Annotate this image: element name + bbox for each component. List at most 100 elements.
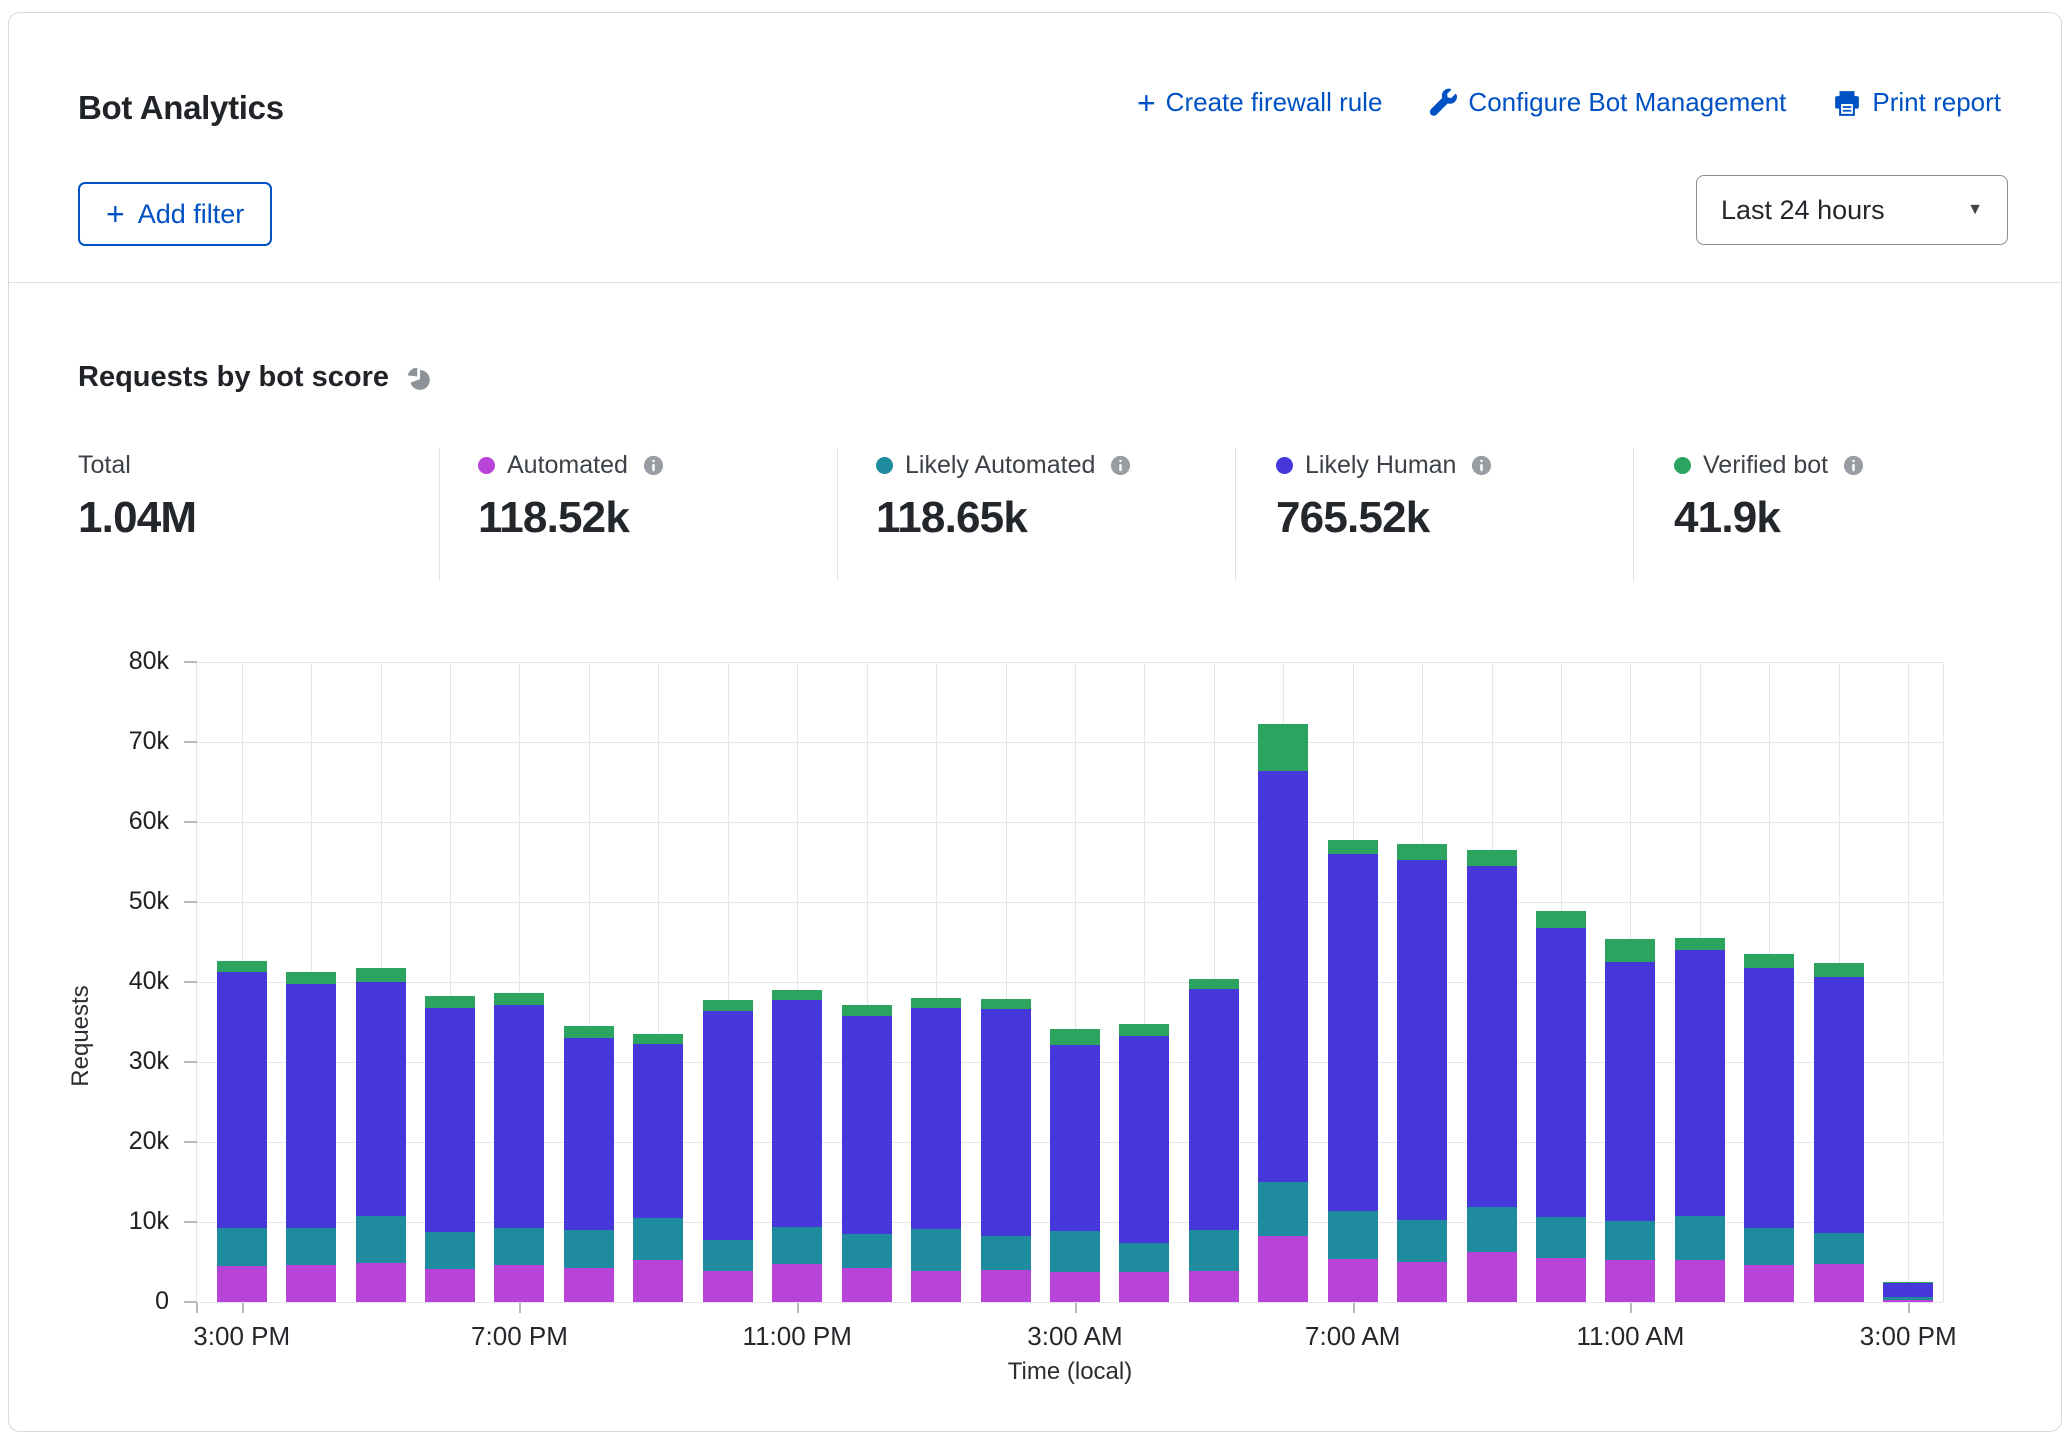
bar-segment-automated[interactable] — [772, 1264, 822, 1302]
bar-segment-likely-human[interactable] — [1189, 989, 1239, 1230]
bar-segment-likely-human[interactable] — [1605, 962, 1655, 1221]
bar-segment-verified-bot[interactable] — [842, 1005, 892, 1015]
bar-segment-verified-bot[interactable] — [286, 972, 336, 985]
bar-segment-automated[interactable] — [1189, 1271, 1239, 1302]
bar-segment-automated[interactable] — [1397, 1262, 1447, 1302]
info-icon[interactable] — [1842, 454, 1865, 477]
bar-segment-verified-bot[interactable] — [633, 1034, 683, 1044]
bar-segment-likely-human[interactable] — [1814, 977, 1864, 1233]
bar-segment-likely-automated[interactable] — [842, 1234, 892, 1268]
bar-segment-likely-human[interactable] — [494, 1005, 544, 1228]
bar-segment-verified-bot[interactable] — [1397, 844, 1447, 861]
bar-segment-automated[interactable] — [1050, 1272, 1100, 1302]
bar-segment-likely-human[interactable] — [911, 1008, 961, 1230]
bar-segment-verified-bot[interactable] — [772, 990, 822, 1000]
bar-segment-verified-bot[interactable] — [1328, 840, 1378, 854]
stacked-bar[interactable] — [1119, 1024, 1169, 1302]
bar-segment-verified-bot[interactable] — [425, 996, 475, 1008]
bar-segment-likely-human[interactable] — [1883, 1283, 1933, 1297]
bar-segment-likely-human[interactable] — [564, 1038, 614, 1230]
stacked-bar[interactable] — [1397, 844, 1447, 1302]
bar-segment-likely-human[interactable] — [981, 1009, 1031, 1235]
bar-segment-likely-automated[interactable] — [564, 1230, 614, 1268]
bar-segment-automated[interactable] — [356, 1263, 406, 1302]
bar-segment-likely-automated[interactable] — [1467, 1207, 1517, 1253]
info-icon[interactable] — [642, 454, 665, 477]
bar-segment-likely-automated[interactable] — [981, 1236, 1031, 1270]
info-icon[interactable] — [1470, 454, 1493, 477]
bar-segment-likely-human[interactable] — [1258, 771, 1308, 1182]
bar-segment-verified-bot[interactable] — [1675, 938, 1725, 950]
bar-segment-likely-automated[interactable] — [1605, 1221, 1655, 1259]
stacked-bar[interactable] — [633, 1034, 683, 1302]
create-firewall-rule-link[interactable]: + Create firewall rule — [1137, 87, 1382, 118]
bar-segment-automated[interactable] — [1814, 1264, 1864, 1302]
bar-segment-likely-automated[interactable] — [1189, 1230, 1239, 1271]
bar-segment-verified-bot[interactable] — [981, 999, 1031, 1009]
bar-segment-likely-human[interactable] — [633, 1044, 683, 1218]
bar-segment-likely-automated[interactable] — [1744, 1228, 1794, 1265]
bar-segment-automated[interactable] — [286, 1265, 336, 1302]
bar-segment-automated[interactable] — [1119, 1272, 1169, 1302]
bar-segment-likely-automated[interactable] — [1328, 1211, 1378, 1259]
bar-segment-likely-automated[interactable] — [494, 1228, 544, 1265]
bar-segment-verified-bot[interactable] — [564, 1026, 614, 1038]
bar-segment-automated[interactable] — [633, 1260, 683, 1302]
stacked-bar[interactable] — [564, 1026, 614, 1302]
bar-segment-likely-human[interactable] — [425, 1008, 475, 1232]
stacked-bar[interactable] — [1328, 840, 1378, 1302]
bar-segment-verified-bot[interactable] — [1119, 1024, 1169, 1036]
bar-segment-verified-bot[interactable] — [1814, 963, 1864, 977]
bar-segment-verified-bot[interactable] — [1744, 954, 1794, 968]
bar-segment-automated[interactable] — [425, 1269, 475, 1302]
bar-segment-verified-bot[interactable] — [1467, 850, 1517, 866]
configure-bot-management-link[interactable]: Configure Bot Management — [1428, 87, 1786, 118]
bar-segment-likely-human[interactable] — [703, 1011, 753, 1240]
stacked-bar[interactable] — [217, 961, 267, 1302]
bar-segment-automated[interactable] — [494, 1265, 544, 1302]
stacked-bar[interactable] — [1675, 938, 1725, 1302]
bar-segment-likely-automated[interactable] — [217, 1228, 267, 1266]
bar-segment-automated[interactable] — [1675, 1260, 1725, 1302]
bar-segment-verified-bot[interactable] — [703, 1000, 753, 1011]
bar-segment-likely-automated[interactable] — [772, 1227, 822, 1265]
stacked-bar[interactable] — [1605, 939, 1655, 1302]
bar-segment-likely-human[interactable] — [1744, 968, 1794, 1229]
bar-segment-likely-human[interactable] — [1397, 860, 1447, 1220]
bar-segment-likely-human[interactable] — [1050, 1045, 1100, 1231]
bar-segment-automated[interactable] — [981, 1270, 1031, 1302]
bar-segment-likely-human[interactable] — [356, 982, 406, 1216]
bar-segment-verified-bot[interactable] — [356, 968, 406, 982]
bar-segment-likely-automated[interactable] — [633, 1218, 683, 1260]
bar-segment-likely-human[interactable] — [842, 1016, 892, 1234]
bar-segment-automated[interactable] — [217, 1266, 267, 1302]
bar-segment-likely-human[interactable] — [1119, 1036, 1169, 1243]
bar-segment-likely-automated[interactable] — [425, 1232, 475, 1269]
bar-segment-automated[interactable] — [1744, 1265, 1794, 1302]
bar-segment-automated[interactable] — [842, 1268, 892, 1302]
bar-segment-automated[interactable] — [911, 1271, 961, 1302]
bar-segment-likely-automated[interactable] — [1119, 1243, 1169, 1272]
bar-segment-verified-bot[interactable] — [1258, 724, 1308, 771]
bar-segment-likely-automated[interactable] — [1258, 1182, 1308, 1236]
bar-segment-likely-automated[interactable] — [1814, 1233, 1864, 1264]
bar-segment-likely-human[interactable] — [286, 984, 336, 1227]
stacked-bar[interactable] — [981, 999, 1031, 1302]
bar-segment-likely-automated[interactable] — [1675, 1216, 1725, 1261]
bar-segment-automated[interactable] — [1536, 1258, 1586, 1302]
bar-segment-verified-bot[interactable] — [1050, 1029, 1100, 1045]
stacked-bar[interactable] — [1467, 850, 1517, 1302]
bar-segment-verified-bot[interactable] — [217, 961, 267, 972]
stacked-bar[interactable] — [425, 996, 475, 1302]
time-range-dropdown[interactable]: Last 24 hours ▼ — [1696, 175, 2008, 245]
bar-segment-verified-bot[interactable] — [1189, 979, 1239, 989]
stacked-bar[interactable] — [356, 968, 406, 1302]
bar-segment-verified-bot[interactable] — [1605, 939, 1655, 962]
bar-segment-likely-automated[interactable] — [1050, 1231, 1100, 1272]
bar-segment-verified-bot[interactable] — [1536, 911, 1586, 928]
info-icon[interactable] — [1109, 454, 1132, 477]
bar-segment-likely-automated[interactable] — [1536, 1217, 1586, 1258]
stacked-bar[interactable] — [1883, 1282, 1933, 1302]
stacked-bar[interactable] — [286, 972, 336, 1302]
bar-segment-automated[interactable] — [1467, 1252, 1517, 1302]
